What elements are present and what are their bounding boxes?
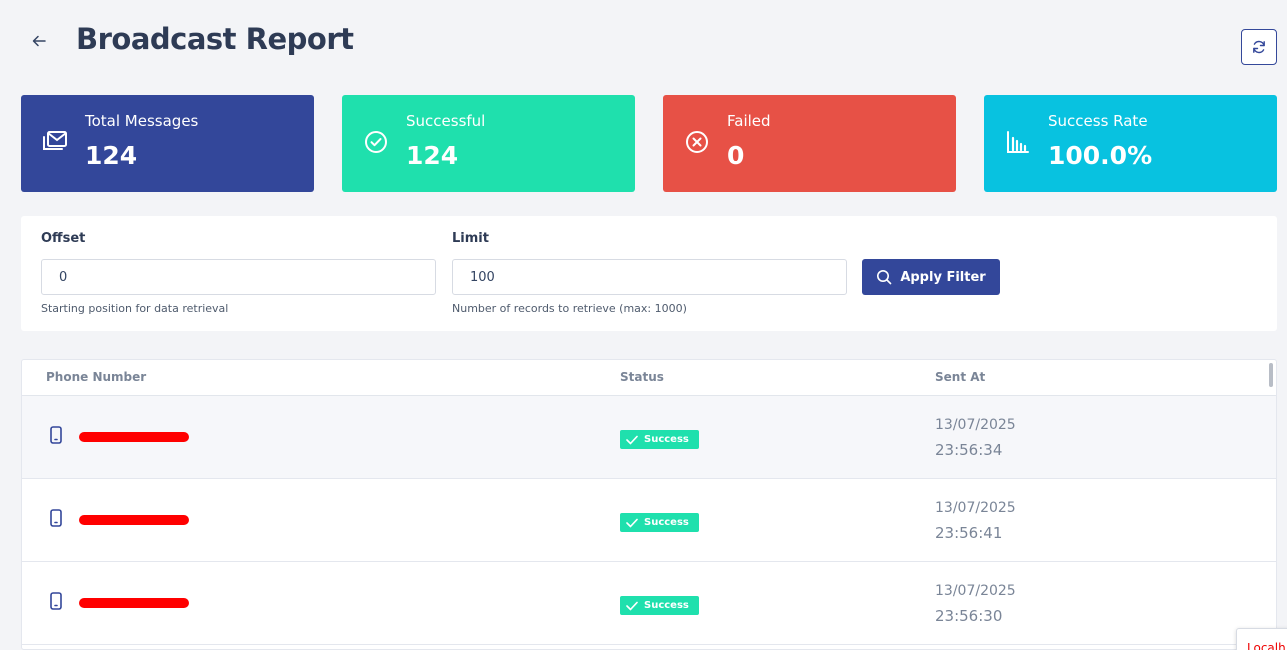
offset-help-text: Starting position for data retrieval [41, 302, 229, 315]
broadcast-table: Phone Number Status Sent At Success 13/0… [21, 359, 1277, 650]
x-circle-icon [683, 128, 711, 156]
apply-filter-label: Apply Filter [900, 269, 986, 285]
stat-label: Successful [406, 112, 486, 130]
sent-date: 13/07/2025 [935, 583, 1016, 599]
check-icon [626, 435, 638, 444]
limit-help-text: Number of records to retrieve (max: 1000… [452, 302, 687, 315]
stat-value: 124 [85, 141, 138, 170]
scrollbar-thumb[interactable] [1269, 363, 1273, 387]
column-header-status[interactable]: Status [620, 370, 664, 384]
sent-time: 23:56:30 [935, 607, 1003, 625]
sent-date: 13/07/2025 [935, 500, 1016, 516]
status-text: Success [644, 600, 689, 611]
status-badge: Success [620, 596, 699, 615]
column-header-phone[interactable]: Phone Number [46, 370, 146, 384]
status-badge: Success [620, 430, 699, 449]
sent-time: 23:56:41 [935, 524, 1003, 542]
toast-text: Localh [1247, 641, 1286, 650]
bar-chart-icon [1004, 128, 1032, 156]
redacted-phone-number [79, 515, 189, 525]
page-title: Broadcast Report [76, 22, 354, 56]
column-header-sent-at[interactable]: Sent At [935, 370, 985, 384]
check-circle-icon [362, 128, 390, 156]
stat-card-total-messages: Total Messages 124 [21, 95, 314, 192]
limit-label: Limit [452, 231, 489, 246]
check-icon [626, 518, 638, 527]
stat-label: Failed [727, 112, 771, 130]
arrow-left-icon [32, 35, 46, 47]
table-header: Phone Number Status Sent At [22, 360, 1276, 396]
stat-label: Success Rate [1048, 112, 1148, 130]
table-row[interactable]: Success 13/07/2025 23:56:41 [22, 479, 1276, 562]
refresh-icon [1253, 40, 1265, 54]
status-text: Success [644, 434, 689, 445]
phone-icon [50, 592, 62, 610]
check-icon [626, 601, 638, 610]
redacted-phone-number [79, 598, 189, 608]
sent-date: 13/07/2025 [935, 417, 1016, 433]
refresh-button[interactable] [1241, 29, 1277, 65]
apply-filter-button[interactable]: Apply Filter [862, 259, 1000, 295]
page-header: Broadcast Report [0, 0, 1287, 85]
status-text: Success [644, 517, 689, 528]
table-row[interactable]: Success 13/07/2025 23:56:30 [22, 562, 1276, 645]
sent-time: 23:56:34 [935, 441, 1003, 459]
offset-label: Offset [41, 231, 86, 246]
mail-stack-icon [41, 128, 69, 156]
stat-value: 124 [406, 141, 459, 170]
back-button[interactable] [28, 30, 50, 52]
phone-icon [50, 509, 62, 527]
filter-panel: Offset Starting position for data retrie… [21, 216, 1277, 331]
redacted-phone-number [79, 432, 189, 442]
stat-card-failed: Failed 0 [663, 95, 956, 192]
toast-notification[interactable]: Localh [1236, 628, 1287, 650]
search-icon [877, 270, 892, 285]
stat-card-successful: Successful 124 [342, 95, 635, 192]
status-badge: Success [620, 513, 699, 532]
offset-input[interactable] [41, 259, 436, 295]
phone-icon [50, 426, 62, 444]
table-row[interactable]: Success 13/07/2025 23:56:34 [22, 396, 1276, 479]
stat-card-success-rate: Success Rate 100.0% [984, 95, 1277, 192]
stat-label: Total Messages [85, 112, 199, 130]
stat-value: 100.0% [1048, 141, 1153, 170]
limit-input[interactable] [452, 259, 847, 295]
stat-value: 0 [727, 141, 745, 170]
